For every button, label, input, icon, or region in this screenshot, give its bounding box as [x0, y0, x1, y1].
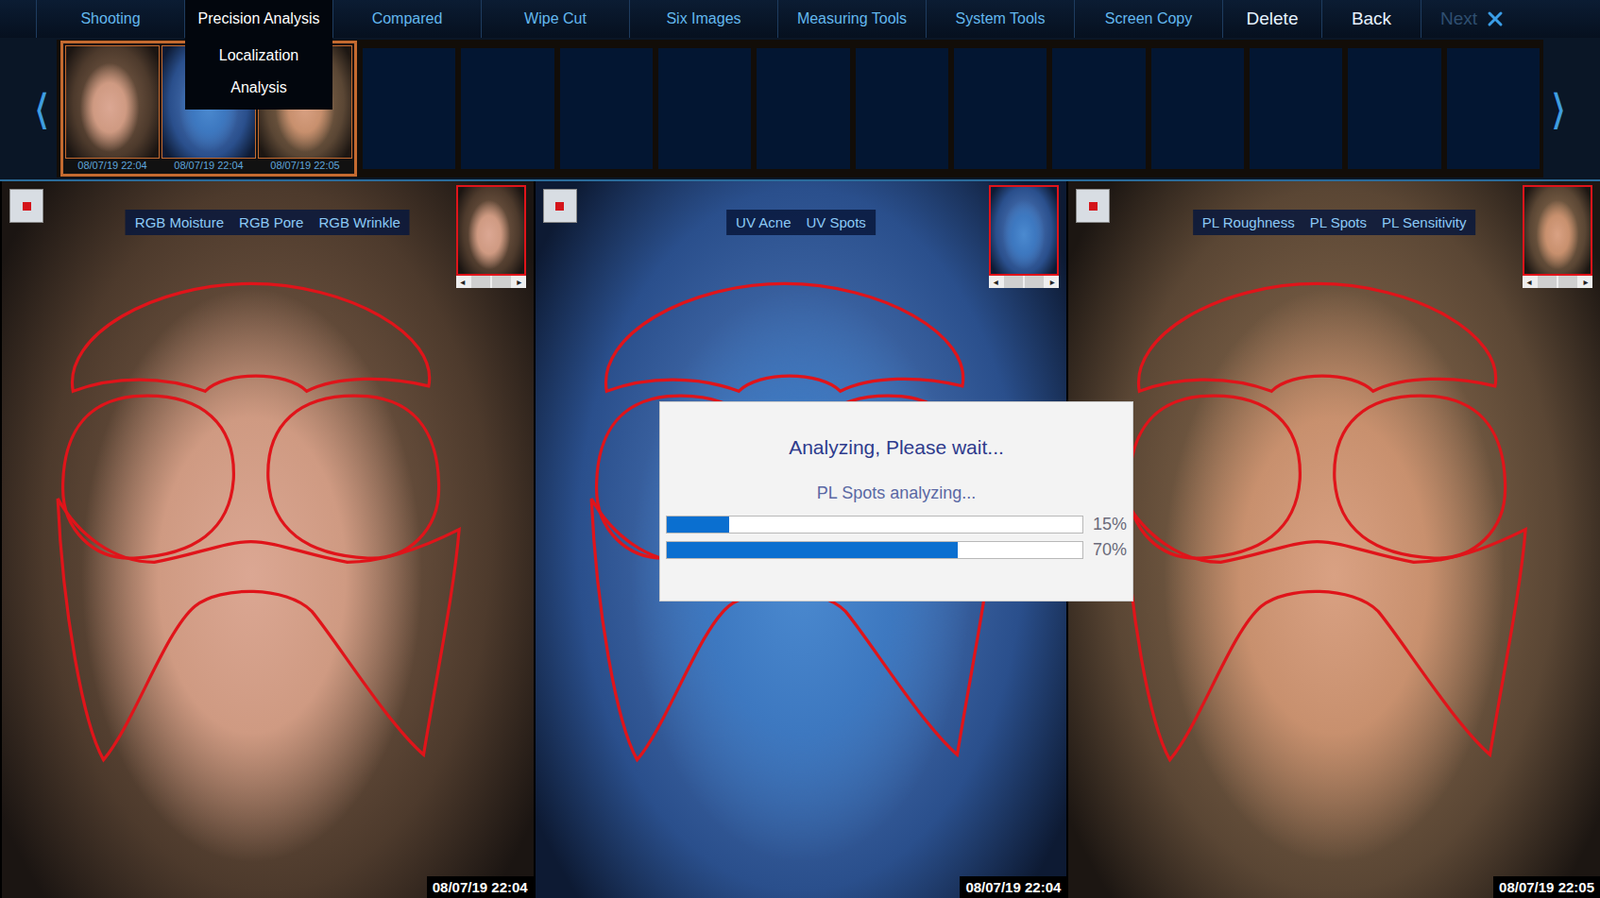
timestamp: 08/07/19 22:04: [426, 876, 534, 898]
mode-bar: RGB Moisture RGB Pore RGB Wrinkle: [125, 209, 410, 236]
thumbnail[interactable]: 08/07/19 22:04: [66, 46, 159, 171]
close-icon[interactable]: [1486, 10, 1504, 28]
mode-label[interactable]: RGB Wrinkle: [318, 214, 400, 231]
stop-button[interactable]: [9, 188, 44, 223]
mode-label[interactable]: PL Roughness: [1202, 214, 1295, 231]
empty-slot[interactable]: [560, 48, 653, 170]
menu-item[interactable]: Measuring Tools: [777, 0, 926, 38]
stop-icon: [555, 202, 564, 211]
progress-dialog: Analyzing, Please wait... PL Spots analyz…: [659, 401, 1134, 602]
menu-item[interactable]: Next: [1420, 0, 1600, 38]
mini-scroller: ◂▸: [456, 275, 527, 289]
next-arrow[interactable]: ⟩: [1543, 85, 1574, 134]
scroll-left-button[interactable]: ◂: [456, 275, 470, 289]
scroll-right-button[interactable]: ▸: [1045, 275, 1059, 289]
timestamp: 08/07/19 22:05: [1493, 876, 1600, 898]
mini-scroller: ◂▸: [988, 275, 1059, 289]
progress-reading: 15%: [1092, 514, 1127, 535]
empty-slot[interactable]: [362, 48, 456, 170]
thumbnail-date: 08/07/19 22:05: [270, 157, 340, 171]
scroll-track[interactable]: [1024, 275, 1044, 289]
menu-item[interactable]: Screen Copy: [1073, 0, 1223, 38]
mode-bar: PL Roughness PL Spots PL Sensitivity: [1192, 209, 1477, 236]
empty-slot[interactable]: [1151, 48, 1244, 170]
mini-thumbnail[interactable]: ◂▸: [988, 185, 1059, 289]
stop-button[interactable]: [543, 188, 578, 223]
stop-button[interactable]: [1075, 188, 1110, 223]
menu-item[interactable]: Back: [1321, 0, 1421, 38]
scroll-track[interactable]: [1537, 275, 1557, 289]
empty-slot[interactable]: [1052, 48, 1145, 170]
skin-analyzer-screen: ShootingPrecision AnalysisLocalizationAn…: [0, 0, 1600, 898]
scroll-right-button[interactable]: ▸: [512, 275, 527, 289]
empty-slot[interactable]: [1249, 48, 1343, 170]
mini-photo: [456, 185, 527, 276]
mode-label[interactable]: PL Sensitivity: [1381, 214, 1466, 231]
prev-arrow[interactable]: ⟨: [26, 85, 57, 134]
empty-slot[interactable]: [1446, 48, 1540, 170]
dialog-title: Analyzing, Please wait...: [788, 436, 1005, 460]
progress-track: [665, 541, 1084, 560]
menu-item[interactable]: Six Images: [629, 0, 778, 38]
empty-slot[interactable]: [855, 48, 949, 170]
timestamp: 08/07/19 22:04: [959, 876, 1067, 898]
progress-fill: [666, 516, 730, 533]
menu-item[interactable]: Wipe Cut: [480, 0, 630, 38]
dropdown-item[interactable]: Analysis: [185, 71, 333, 104]
empty-slot[interactable]: [756, 48, 850, 170]
thumbnail-date: 08/07/19 22:04: [77, 157, 147, 171]
menu-item[interactable]: Shooting: [35, 0, 185, 38]
progress-row: 15%: [665, 514, 1127, 535]
menu-item[interactable]: Delete: [1222, 0, 1322, 38]
mode-label[interactable]: UV Acne: [735, 214, 791, 231]
scroll-left-button[interactable]: ◂: [988, 275, 1003, 289]
empty-slot[interactable]: [953, 48, 1047, 170]
menu-item[interactable]: Precision AnalysisLocalizationAnalysis: [184, 0, 333, 38]
mini-thumbnail[interactable]: ◂▸: [456, 185, 527, 289]
scroll-left-button[interactable]: ◂: [1522, 275, 1536, 289]
mode-bar: UV Acne UV Spots: [726, 209, 876, 236]
stop-icon: [22, 202, 32, 211]
mini-thumbnail[interactable]: ◂▸: [1522, 185, 1593, 289]
thumbnail-photo: [66, 46, 159, 158]
progress-fill: [666, 542, 958, 559]
mode-label[interactable]: UV Spots: [805, 214, 866, 231]
scroll-track[interactable]: [471, 275, 491, 289]
scroll-track[interactable]: [1004, 275, 1023, 289]
menu-item[interactable]: System Tools: [925, 0, 1074, 38]
empty-slot[interactable]: [460, 48, 554, 170]
scroll-track[interactable]: [492, 275, 511, 289]
dialog-status: PL Spots analyzing...: [817, 483, 976, 504]
dropdown-item[interactable]: Localization: [185, 39, 333, 72]
mode-label[interactable]: RGB Moisture: [135, 214, 224, 231]
mini-photo: [1522, 185, 1593, 276]
image-panel: RGB MoistureRGB PoreRGB Wrinkle◂▸08/07/1…: [0, 181, 534, 898]
stop-icon: [1089, 202, 1098, 211]
image-panels: RGB MoistureRGB PoreRGB Wrinkle◂▸08/07/1…: [0, 181, 1600, 898]
mini-scroller: ◂▸: [1522, 275, 1593, 289]
scroll-right-button[interactable]: ▸: [1579, 275, 1593, 289]
zone-outline-icon: [1, 181, 534, 898]
progress-track: [665, 515, 1084, 534]
image-panel: PL RoughnessPL SpotsPL Sensitivity◂▸08/0…: [1066, 181, 1600, 898]
scroll-track[interactable]: [1558, 275, 1578, 289]
mini-photo: [988, 185, 1059, 276]
empty-slot[interactable]: [1347, 48, 1441, 170]
progress-row: 70%: [665, 540, 1127, 561]
dropdown-menu: LocalizationAnalysis: [185, 37, 333, 110]
thumbnail-date: 08/07/19 22:04: [173, 157, 243, 171]
menu-item[interactable]: Compared: [332, 0, 481, 38]
mode-label[interactable]: PL Spots: [1310, 214, 1367, 231]
empty-slot[interactable]: [658, 48, 751, 170]
progress-reading: 70%: [1092, 540, 1127, 561]
mode-label[interactable]: RGB Pore: [238, 214, 304, 231]
zone-outline-icon: [1068, 181, 1600, 898]
menu-bar: ShootingPrecision AnalysisLocalizationAn…: [0, 0, 1600, 38]
